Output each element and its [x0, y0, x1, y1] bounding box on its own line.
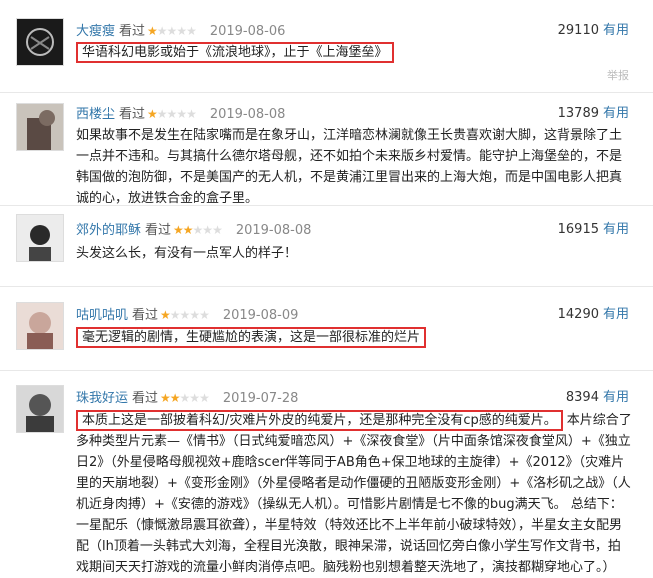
highlighted-text: 华语科幻电影或始于《流浪地球》，止于《上海堡垒》 — [76, 42, 394, 63]
watched-status: 看过 — [119, 24, 146, 39]
vote-area: 16915 有用 — [558, 221, 629, 239]
rating-stars: ★★★★★ — [147, 107, 197, 121]
review-meta: 西楼尘 看过 ★★★★★ 2019-08-08 — [76, 105, 285, 124]
watched-status: 看过 — [119, 107, 146, 122]
rating-stars: ★★★★★ — [173, 223, 223, 237]
vote-count: 16915 — [557, 222, 599, 237]
review-date: 2019-08-06 — [209, 24, 286, 39]
vote-area: 14290 有用 — [558, 306, 629, 324]
avatar[interactable] — [16, 302, 64, 350]
useful-button[interactable]: 有用 — [603, 106, 629, 121]
rating-stars: ★★★★★ — [160, 391, 210, 405]
review-date: 2019-07-28 — [222, 391, 299, 406]
report-link[interactable]: 举报 — [607, 67, 629, 83]
username-link[interactable]: 郊外的耶稣 — [76, 223, 141, 238]
avatar[interactable] — [16, 214, 64, 262]
review-meta: 郊外的耶稣 看过 ★★★★★ 2019-08-08 — [76, 221, 311, 240]
review-meta: 珠我好运 看过 ★★★★★ 2019-07-28 — [76, 389, 298, 408]
vote-area: 13789 有用 — [558, 105, 629, 123]
useful-button[interactable]: 有用 — [603, 390, 629, 405]
watched-status: 看过 — [132, 308, 159, 323]
avatar[interactable] — [16, 18, 64, 66]
useful-button[interactable]: 有用 — [603, 23, 629, 38]
vote-count: 13789 — [557, 106, 599, 121]
avatar[interactable] — [16, 103, 64, 151]
rating-stars: ★★★★★ — [160, 308, 210, 322]
review-content: 本质上这是一部披着科幻/灾难片外皮的纯爱片，还是那种完全没有cp感的纯爱片。 本片… — [76, 410, 632, 578]
review-date: 2019-08-09 — [222, 308, 299, 323]
highlighted-text: 本质上这是一部披着科幻/灾难片外皮的纯爱片，还是那种完全没有cp感的纯爱片。 — [76, 410, 563, 431]
review-content: 如果故事不是发生在陆家嘴而是在象牙山，江洋暗恋林澜就像王长贵喜欢谢大脚，这背景除… — [76, 128, 623, 206]
review-date: 2019-08-08 — [235, 223, 312, 238]
divider — [0, 205, 653, 206]
watched-status: 看过 — [145, 223, 172, 238]
review-date: 2019-08-08 — [209, 107, 286, 122]
review-content: 华语科幻电影或始于《流浪地球》，止于《上海堡垒》 — [76, 42, 632, 63]
useful-button[interactable]: 有用 — [603, 222, 629, 237]
vote-area: 8394 有用 — [566, 389, 629, 407]
vote-count: 14290 — [557, 307, 599, 322]
vote-count: 29110 — [557, 23, 599, 38]
username-link[interactable]: 西楼尘 — [76, 107, 115, 122]
rating-stars: ★★★★★ — [147, 24, 197, 38]
vote-count: 8394 — [565, 390, 599, 405]
highlighted-text: 毫无逻辑的剧情，生硬尴尬的表演，这是一部很标准的烂片 — [76, 327, 427, 348]
useful-button[interactable]: 有用 — [603, 307, 629, 322]
divider — [0, 92, 653, 93]
review-content: 头发这么长，有没有一点军人的样子！ — [76, 246, 298, 261]
review-text: 元素—《情书》（日式纯爱暗恋风）+《深夜食堂》（片中面条馆深夜食堂风）+《独立日… — [76, 434, 631, 575]
username-link[interactable]: 大瘦瘦 — [76, 24, 115, 39]
username-link[interactable]: 珠我好运 — [76, 391, 128, 406]
divider — [0, 370, 653, 371]
vote-area: 29110 有用 — [558, 22, 629, 40]
review-content: 毫无逻辑的剧情，生硬尴尬的表演，这是一部很标准的烂片 — [76, 327, 632, 348]
username-link[interactable]: 咕叽咕叽 — [76, 308, 128, 323]
avatar[interactable] — [16, 385, 64, 433]
review-meta: 咕叽咕叽 看过 ★★★★★ 2019-08-09 — [76, 306, 298, 325]
watched-status: 看过 — [132, 391, 159, 406]
review-meta: 大瘦瘦 看过 ★★★★★ 2019-08-06 — [76, 22, 285, 41]
divider — [0, 286, 653, 287]
